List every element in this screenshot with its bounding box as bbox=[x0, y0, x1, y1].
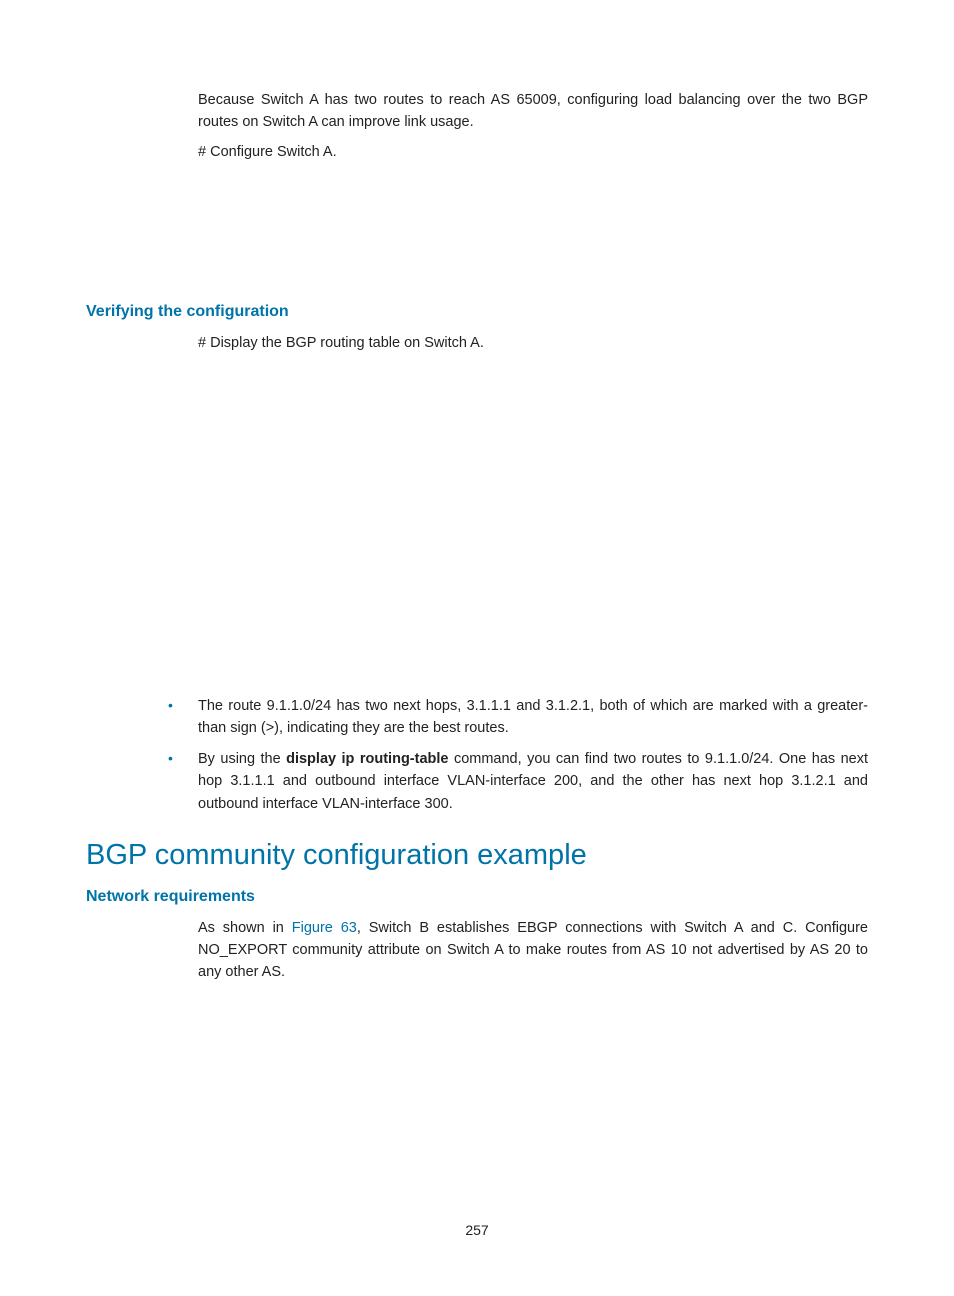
bullet-item-1: • The route 9.1.1.0/24 has two next hops… bbox=[168, 695, 868, 740]
bullet-dot-icon: • bbox=[168, 695, 198, 740]
heading-bgp-community: BGP community configuration example bbox=[86, 839, 868, 872]
heading-network-requirements: Network requirements bbox=[86, 888, 868, 906]
intro-paragraph-2: # Configure Switch A. bbox=[198, 142, 868, 164]
figure-link[interactable]: Figure 63 bbox=[292, 920, 357, 936]
verify-paragraph-1: # Display the BGP routing table on Switc… bbox=[198, 333, 868, 355]
page-number: 257 bbox=[0, 1222, 954, 1238]
bullet-dot-icon: • bbox=[168, 748, 198, 815]
bullet-2-command: display ip routing-table bbox=[286, 751, 448, 767]
intro-paragraph-1: Because Switch A has two routes to reach… bbox=[198, 90, 868, 134]
bullet-item-2: • By using the display ip routing-table … bbox=[168, 748, 868, 815]
heading-verifying: Verifying the configuration bbox=[86, 303, 868, 321]
bullet-text-2: By using the display ip routing-table co… bbox=[198, 748, 868, 815]
nr-pre: As shown in bbox=[198, 920, 292, 936]
bullet-2-pre: By using the bbox=[198, 751, 286, 767]
bullet-text-1: The route 9.1.1.0/24 has two next hops, … bbox=[198, 695, 868, 740]
network-req-paragraph: As shown in Figure 63, Switch B establis… bbox=[198, 918, 868, 983]
code-output-placeholder bbox=[86, 355, 868, 687]
